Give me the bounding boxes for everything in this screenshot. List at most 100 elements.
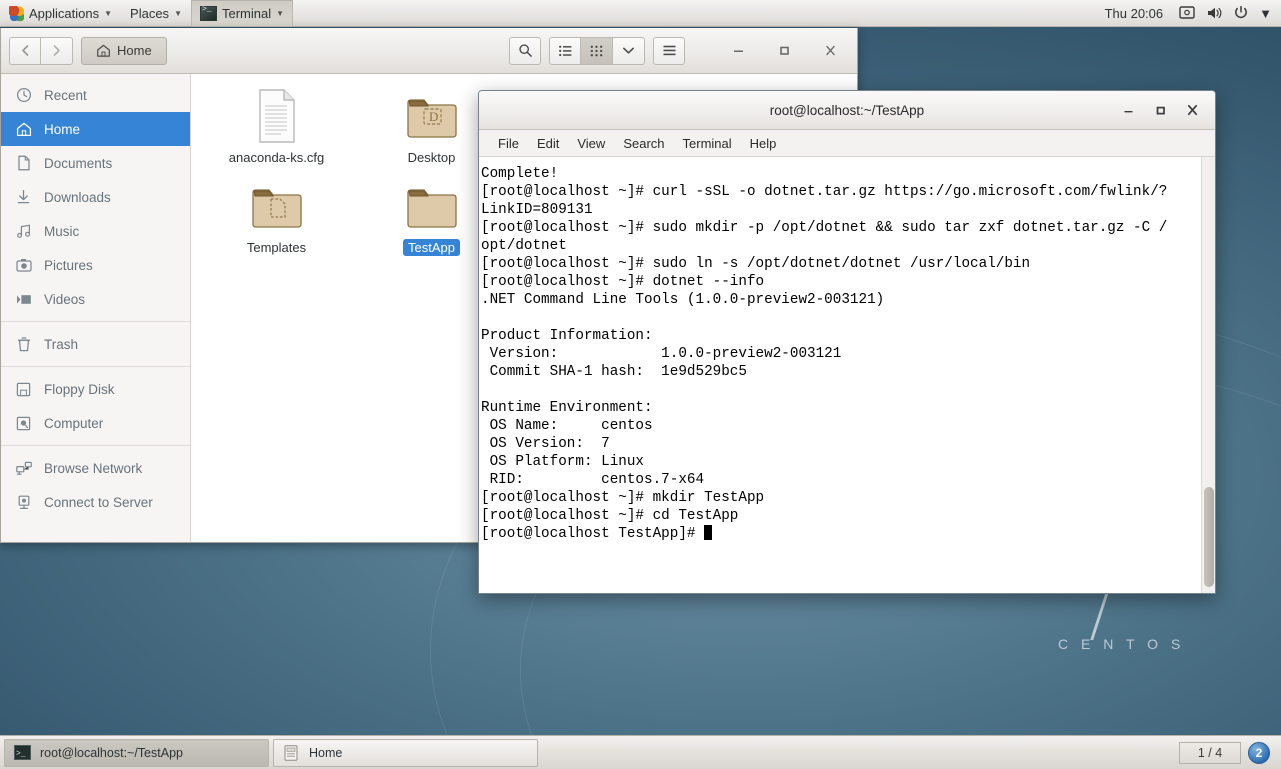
breadcrumb-home[interactable]: Home <box>81 36 167 65</box>
sidebar: Recent Home Documents Downloads Music Pi… <box>1 74 191 542</box>
back-button[interactable] <box>9 36 41 65</box>
sidebar-label: Recent <box>44 87 87 103</box>
display-icon[interactable] <box>1178 4 1196 22</box>
clock[interactable]: Thu 20:06 <box>1105 6 1164 21</box>
sidebar-item-music[interactable]: Music <box>1 214 190 248</box>
network-icon <box>15 460 32 477</box>
maximize-button[interactable] <box>1145 96 1175 124</box>
terminal-titlebar[interactable]: root@localhost:~/TestApp <box>479 91 1215 130</box>
close-button[interactable] <box>1177 96 1207 124</box>
menu-view[interactable]: View <box>568 130 614 157</box>
sidebar-label: Connect to Server <box>44 494 153 510</box>
taskbar-label: Home <box>309 745 343 760</box>
centos-wordmark: C E N T O S <box>1058 636 1185 652</box>
taskbar-status-area: 1 / 4 2 <box>1179 741 1277 764</box>
music-icon <box>15 223 32 240</box>
list-view-icon[interactable] <box>549 36 581 65</box>
menu-file[interactable]: File <box>489 130 528 157</box>
sidebar-divider <box>1 366 190 367</box>
sidebar-item-floppy-disk[interactable]: Floppy Disk <box>1 372 190 406</box>
minimize-button[interactable] <box>719 36 757 66</box>
sidebar-item-connect-to-server[interactable]: Connect to Server <box>1 485 190 519</box>
sidebar-label: Home <box>44 121 81 137</box>
menu-terminal[interactable]: Terminal <box>674 130 741 157</box>
sidebar-divider <box>1 321 190 322</box>
text-file-icon <box>254 88 300 144</box>
sidebar-item-trash[interactable]: Trash <box>1 327 190 361</box>
sidebar-item-pictures[interactable]: Pictures <box>1 248 190 282</box>
active-app-label: Terminal <box>221 5 272 21</box>
hamburger-menu-icon[interactable] <box>653 36 685 65</box>
sidebar-label: Pictures <box>44 257 93 273</box>
volume-icon[interactable] <box>1205 4 1223 22</box>
grid-view-icon[interactable] <box>581 36 613 65</box>
chevron-down-icon: ▼ <box>104 8 113 18</box>
sidebar-label: Browse Network <box>44 460 143 476</box>
terminal-cursor <box>704 525 713 540</box>
breadcrumb-home-label: Home <box>117 43 152 58</box>
svg-text:D: D <box>429 109 438 124</box>
menu-help[interactable]: Help <box>741 130 786 157</box>
folder-desktop-icon: D <box>405 88 459 144</box>
sidebar-item-videos[interactable]: Videos <box>1 282 190 316</box>
notification-count: 2 <box>1255 745 1263 760</box>
sidebar-label: Trash <box>44 336 79 352</box>
sidebar-item-browse-network[interactable]: Browse Network <box>1 451 190 485</box>
file-item-templates[interactable]: Templates <box>199 178 354 256</box>
view-mode-switcher <box>549 36 645 65</box>
scrollbar-thumb[interactable] <box>1204 487 1214 587</box>
workspace-switcher[interactable]: 1 / 4 <box>1179 741 1241 764</box>
sidebar-item-computer[interactable]: Computer <box>1 406 190 440</box>
sidebar-label: Videos <box>44 291 86 307</box>
power-icon[interactable] <box>1232 4 1250 22</box>
sidebar-label: Documents <box>44 155 113 171</box>
camera-icon <box>15 257 32 274</box>
notification-badge[interactable]: 2 <box>1248 741 1270 764</box>
terminal-icon <box>199 5 217 21</box>
file-manager-toolbar: Home <box>1 28 857 74</box>
menu-search[interactable]: Search <box>614 130 673 157</box>
file-label: TestApp <box>403 239 460 256</box>
terminal-window-buttons <box>1113 96 1215 124</box>
chevron-down-icon: ▼ <box>276 8 285 18</box>
chevron-down-icon[interactable] <box>613 36 645 65</box>
file-label: Desktop <box>407 150 456 165</box>
chevron-down-icon: ▼ <box>174 8 182 18</box>
sidebar-item-downloads[interactable]: Downloads <box>1 180 190 214</box>
terminal-output[interactable]: Complete! [root@localhost ~]# curl -sSL … <box>479 157 1201 593</box>
minimize-button[interactable] <box>1113 96 1143 124</box>
menu-edit[interactable]: Edit <box>528 130 568 157</box>
file-manager-tools <box>509 36 849 66</box>
forward-button[interactable] <box>41 36 73 65</box>
terminal-title: root@localhost:~/TestApp <box>769 102 925 118</box>
terminal-prompt: [root@localhost TestApp]# <box>481 526 705 542</box>
trash-icon <box>15 336 32 353</box>
places-label: Places <box>130 5 170 21</box>
terminal-screen[interactable]: Complete! [root@localhost ~]# curl -sSL … <box>479 157 1215 593</box>
close-button[interactable] <box>811 36 849 66</box>
taskbar-label: root@localhost:~/TestApp <box>40 745 183 760</box>
clock-icon <box>15 87 32 104</box>
active-app-menu-terminal[interactable]: Terminal ▼ <box>190 0 294 27</box>
terminal-scrollbar[interactable] <box>1201 157 1215 593</box>
applications-menu[interactable]: Applications ▼ <box>0 0 121 27</box>
video-icon <box>15 291 32 308</box>
places-menu[interactable]: Places ▼ <box>121 0 191 27</box>
applications-label: Applications <box>29 5 100 21</box>
sidebar-item-documents[interactable]: Documents <box>1 146 190 180</box>
maximize-button[interactable] <box>765 36 803 66</box>
desktop-screen: C E N T O S Applications ▼ Places ▼ Term… <box>0 0 1281 769</box>
sidebar-item-home[interactable]: Home <box>1 112 190 146</box>
sidebar-label: Music <box>44 223 80 239</box>
file-item-anaconda-ks-cfg[interactable]: anaconda-ks.cfg <box>199 88 354 166</box>
terminal-window: root@localhost:~/TestApp File Edit View … <box>478 90 1216 594</box>
chevron-down-icon[interactable]: ▼ <box>1259 6 1272 21</box>
centos-logo-slash <box>1090 592 1109 640</box>
taskbar-item-home[interactable]: Home <box>273 738 538 767</box>
search-icon[interactable] <box>509 36 541 65</box>
taskbar-item-terminal[interactable]: >_ root@localhost:~/TestApp <box>4 738 269 767</box>
sidebar-item-recent[interactable]: Recent <box>1 78 190 112</box>
folder-plain-icon <box>405 178 459 234</box>
svg-text:>_: >_ <box>16 750 26 759</box>
top-panel-tray: Thu 20:06 ▼ <box>1105 0 1281 27</box>
